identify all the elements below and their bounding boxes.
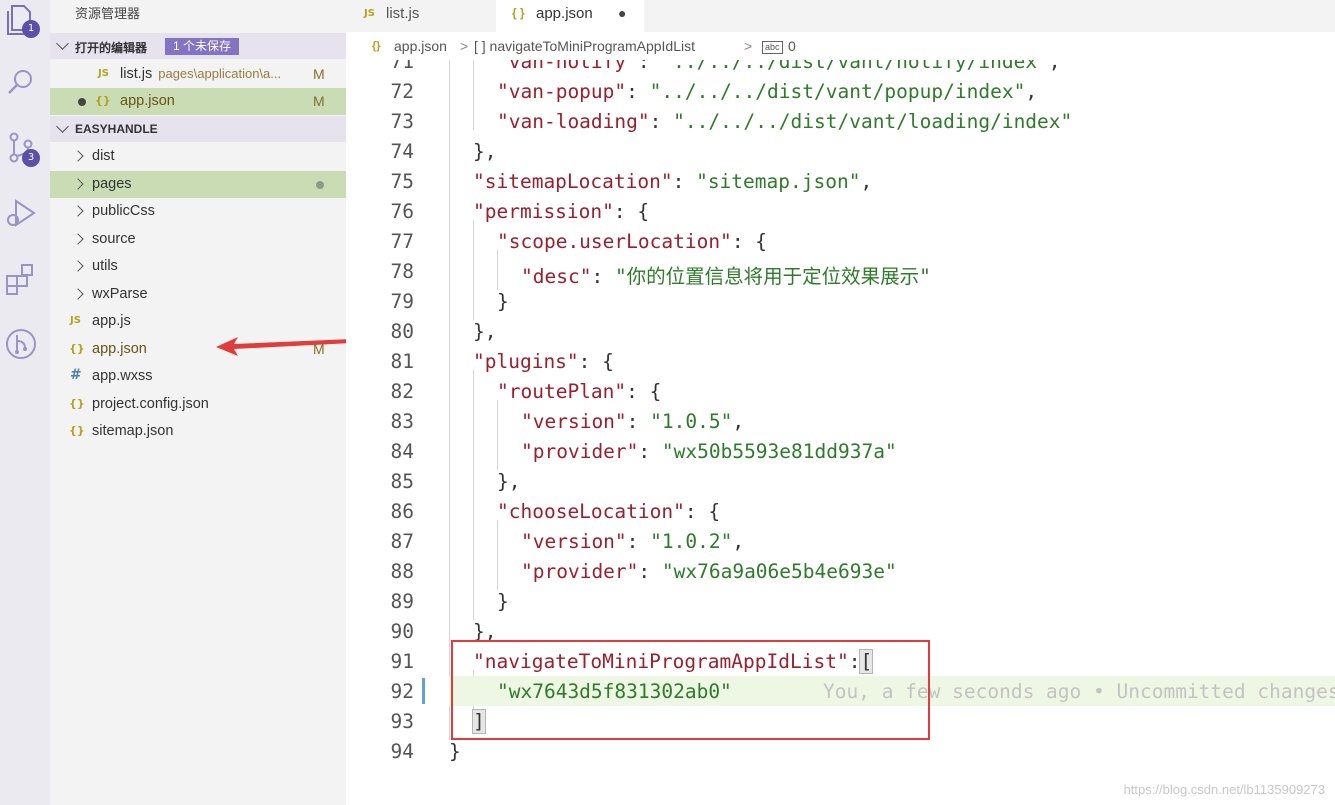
open-editor-app-json[interactable]: {} app.json M: [50, 88, 346, 115]
js-file-icon: JS: [70, 315, 81, 326]
code-line: 77 "scope.userLocation": {: [390, 230, 768, 253]
code-line: 76 "permission": {: [390, 200, 650, 223]
file-project-config-json[interactable]: {} project.config.json: [50, 391, 346, 418]
editor-tabs: JS list.js { } app.json ●: [346, 0, 1335, 32]
chevron-right-icon: [72, 260, 84, 272]
code-line: 80},: [390, 320, 497, 343]
project-header[interactable]: EASYHANDLE: [50, 116, 346, 142]
red-arrow-annotation: [216, 337, 352, 356]
json-file-icon: { }: [512, 6, 525, 20]
unsaved-dot-icon[interactable]: ●: [618, 5, 626, 21]
explorer-badge: 1: [22, 20, 40, 38]
breadcrumb-count[interactable]: 0: [788, 38, 796, 54]
modified-mark: M: [313, 66, 325, 82]
red-highlight-box: [451, 640, 930, 740]
folder-utils[interactable]: utils: [50, 253, 346, 280]
code-line: 94}: [390, 740, 461, 763]
folder-pages[interactable]: pages: [50, 171, 346, 198]
code-line: 79}: [390, 290, 509, 313]
unsaved-dot-icon[interactable]: [78, 98, 86, 106]
file-name: sitemap.json: [92, 423, 174, 439]
code-line: 75 "sitemapLocation": "sitemap.json",: [390, 170, 873, 193]
open-editor-name: app.json: [120, 93, 175, 109]
tab-list-js[interactable]: JS list.js: [346, 0, 494, 32]
folder-name: wxParse: [92, 286, 148, 302]
chevron-right-icon: [72, 205, 84, 217]
folder-dist[interactable]: dist: [50, 143, 346, 170]
css-file-icon: #: [70, 367, 82, 383]
folder-name: utils: [92, 258, 118, 274]
json-file-icon: {}: [95, 94, 111, 107]
folder-name: publicCss: [92, 203, 155, 219]
json-file-icon: {}: [69, 342, 85, 355]
chevron-down-icon: [56, 37, 69, 50]
search-icon[interactable]: [4, 64, 38, 100]
modified-dot-icon: [316, 181, 324, 189]
code-editor[interactable]: 71 "van-notify": "../../../dist/vant/noti…: [346, 60, 1335, 805]
open-editor-name: list.js: [120, 66, 153, 82]
git-graph-icon[interactable]: [4, 326, 38, 362]
chevron-right-icon: [72, 150, 84, 162]
unsaved-badge: 1 个未保存: [165, 38, 240, 55]
code-line: 71 "van-notify": "../../../dist/vant/noti…: [390, 60, 1061, 73]
open-editor-path: pages\application\a...: [158, 66, 282, 81]
code-line: 73 "van-loading": "../../../dist/vant/loa…: [390, 110, 1073, 133]
js-file-icon: JS: [364, 8, 375, 19]
explorer-sidebar: 资源管理器 打开的编辑器 1 个未保存 JS list.js pages\appl…: [50, 0, 352, 805]
folder-publiccss[interactable]: publicCss: [50, 198, 346, 225]
activity-bar: 1 3: [0, 0, 50, 805]
file-name: project.config.json: [92, 396, 209, 412]
file-app-wxss[interactable]: # app.wxss: [50, 363, 346, 390]
sidebar-title: 资源管理器: [75, 6, 141, 21]
chevron-right-icon: [72, 178, 84, 190]
scm-badge: 3: [22, 149, 40, 167]
extensions-icon[interactable]: [4, 262, 38, 298]
code-line: 74},: [390, 140, 497, 163]
code-line: 72 "van-popup": "../../../dist/vant/popup…: [390, 80, 1038, 103]
file-name: app.wxss: [92, 368, 153, 384]
breadcrumb-separator: >: [460, 38, 469, 54]
json-file-icon: {}: [69, 424, 85, 437]
chevron-right-icon: [72, 288, 84, 300]
string-icon: abc: [762, 41, 783, 54]
file-name: app.json: [92, 341, 147, 357]
watermark: https://blog.csdn.net/lb1135909273: [1123, 782, 1325, 797]
folder-name: source: [92, 231, 136, 247]
code-line: 88 "provider": "wx76a9a06e5b4e693e": [390, 560, 897, 583]
code-line: 78 "desc": "你的位置信息将用于定位效果展示": [390, 260, 931, 288]
folder-name: pages: [92, 176, 132, 192]
modified-mark: M: [313, 93, 325, 109]
tab-label: list.js: [386, 5, 420, 22]
project-label: EASYHANDLE: [75, 122, 158, 136]
file-name: app.js: [92, 313, 131, 329]
code-line: 85},: [390, 470, 521, 493]
breadcrumb-node[interactable]: [ ] navigateToMiniProgramAppIdList: [474, 38, 695, 54]
breadcrumb-separator: >: [744, 38, 753, 54]
folder-wxparse[interactable]: wxParse: [50, 281, 346, 308]
folder-name: dist: [92, 148, 115, 164]
js-file-icon: JS: [98, 68, 109, 79]
folder-source[interactable]: source: [50, 226, 346, 253]
file-app-js[interactable]: JS app.js: [50, 308, 346, 335]
json-file-icon: {}: [372, 40, 381, 52]
debug-icon[interactable]: [4, 196, 38, 232]
tab-app-json[interactable]: { } app.json ●: [496, 0, 644, 32]
code-line: 82 "routePlan": {: [390, 380, 662, 403]
open-editor-list-js[interactable]: JS list.js pages\application\a... M: [50, 61, 346, 88]
breadcrumb-file[interactable]: app.json: [394, 38, 447, 54]
chevron-right-icon: [72, 233, 84, 245]
code-line: 89}: [390, 590, 509, 613]
open-editors-label: 打开的编辑器: [75, 41, 148, 55]
chevron-down-icon: [56, 120, 69, 133]
code-line: 84 "provider": "wx50b5593e81dd937a": [390, 440, 897, 463]
code-line: 83 "version": "1.0.5",: [390, 410, 745, 433]
json-file-icon: {}: [69, 397, 85, 410]
breadcrumb: {} app.json > [ ] navigateToMiniProgramA…: [346, 32, 1335, 60]
code-line: 87 "version": "1.0.2",: [390, 530, 745, 553]
code-line: 86 "chooseLocation": {: [390, 500, 721, 523]
file-sitemap-json[interactable]: {} sitemap.json: [50, 418, 346, 445]
tab-label: app.json: [536, 5, 593, 22]
open-editors-header[interactable]: 打开的编辑器 1 个未保存: [50, 33, 346, 59]
code-line: 81 "plugins": {: [390, 350, 614, 373]
